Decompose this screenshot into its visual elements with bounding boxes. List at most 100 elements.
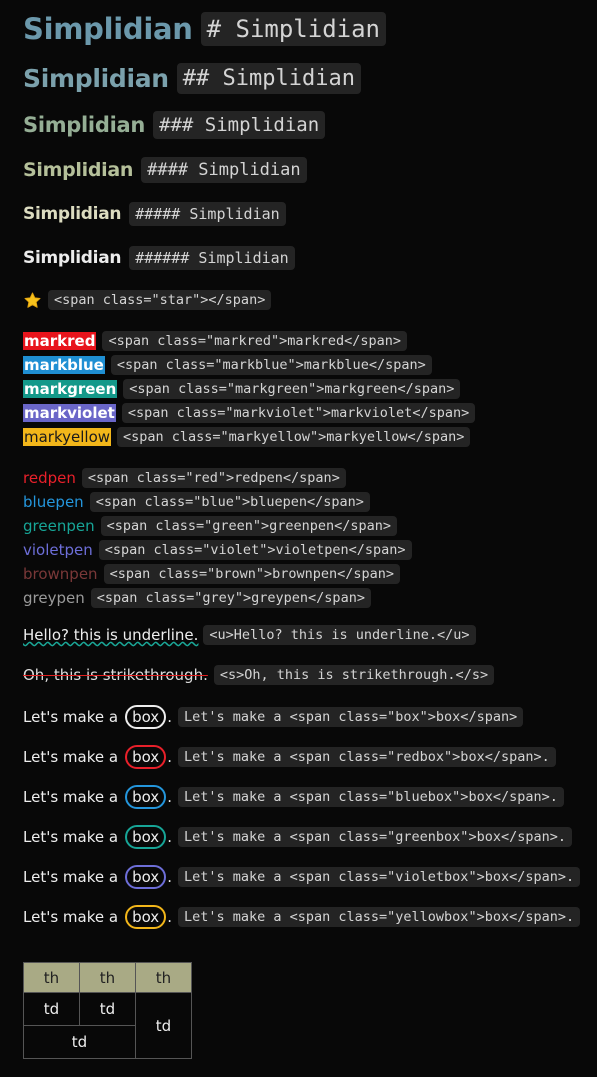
pen-row: brownpen <span class="brown">brownpen</s… bbox=[23, 564, 401, 584]
box-violet: box bbox=[125, 865, 167, 889]
box-suffix: . bbox=[167, 828, 172, 846]
table-header-row: th th th bbox=[23, 962, 192, 993]
heading-6: Simplidian bbox=[23, 248, 122, 268]
table-cell: td bbox=[79, 992, 136, 1026]
greenbox-code: Let's make a <span class="greenbox">box<… bbox=[177, 827, 572, 847]
markred-code: <span class="markred">markred</span> bbox=[102, 331, 408, 351]
underline-row: Hello? this is underline. <u>Hello? this… bbox=[23, 625, 476, 645]
heading-2-row: Simplidian ## Simplidian bbox=[23, 63, 361, 94]
markblue-code: <span class="markblue">markblue</span> bbox=[110, 355, 432, 375]
table-cell: td bbox=[23, 1025, 136, 1059]
heading-5-row: Simplidian ##### Simplidian bbox=[23, 202, 286, 226]
mark-row: markviolet <span class="markviolet">mark… bbox=[23, 403, 476, 423]
markgreen-text: markgreen bbox=[23, 380, 118, 398]
violetpen-code: <span class="violet">violetpen</span> bbox=[98, 540, 412, 560]
table-cell: td bbox=[135, 992, 192, 1059]
greypen-text: greypen bbox=[23, 589, 85, 607]
markviolet-text: markviolet bbox=[23, 404, 116, 422]
table-row: td td td bbox=[23, 992, 192, 1059]
table-header-cell: th bbox=[79, 962, 136, 993]
greypen-code: <span class="grey">greypen</span> bbox=[90, 588, 371, 608]
star-icon bbox=[24, 292, 41, 308]
heading-3: Simplidian bbox=[23, 113, 145, 137]
markgreen-code: <span class="markgreen">markgreen</span> bbox=[123, 379, 461, 399]
underline-text: Hello? this is underline. bbox=[23, 626, 199, 644]
box-row: Let's make a box . Let's make a <span cl… bbox=[23, 825, 572, 849]
table-header-cell: th bbox=[23, 962, 80, 993]
strike-row: Oh, this is strikethrough. <s>Oh, this i… bbox=[23, 665, 495, 685]
pen-row: redpen <span class="red">redpen</span> bbox=[23, 468, 346, 488]
heading-5: Simplidian bbox=[23, 204, 122, 224]
sample-table: th th th td td td td bbox=[23, 962, 192, 1059]
markyellow-code: <span class="markyellow">markyellow</spa… bbox=[117, 427, 471, 447]
greenpen-code: <span class="green">greenpen</span> bbox=[100, 516, 398, 536]
box-prefix: Let's make a bbox=[23, 828, 119, 846]
box-row: Let's make a box . Let's make a <span cl… bbox=[23, 865, 581, 889]
redbox-code: Let's make a <span class="redbox">box</s… bbox=[177, 747, 556, 767]
box-code: Let's make a <span class="box">box</span… bbox=[177, 707, 524, 727]
star-row: <span class="star"></span> bbox=[23, 290, 272, 310]
brownpen-code: <span class="brown">brownpen</span> bbox=[103, 564, 401, 584]
box-prefix: Let's make a bbox=[23, 708, 119, 726]
heading-4-row: Simplidian #### Simplidian bbox=[23, 157, 307, 183]
box-blue: box bbox=[125, 785, 167, 809]
pen-row: greenpen <span class="green">greenpen</s… bbox=[23, 516, 398, 536]
box-suffix: . bbox=[167, 908, 172, 926]
bluepen-text: bluepen bbox=[23, 493, 84, 511]
mark-row: markred <span class="markred">markred</s… bbox=[23, 331, 408, 351]
redpen-text: redpen bbox=[23, 469, 76, 487]
heading-6-code: ###### Simplidian bbox=[129, 246, 295, 270]
box-red: box bbox=[125, 745, 167, 769]
underline-code: <u>Hello? this is underline.</u> bbox=[203, 625, 476, 645]
heading-5-code: ##### Simplidian bbox=[129, 202, 286, 226]
heading-2-code: ## Simplidian bbox=[176, 63, 361, 94]
box-row: Let's make a box . Let's make a <span cl… bbox=[23, 785, 564, 809]
markviolet-code: <span class="markviolet">markviolet</spa… bbox=[121, 403, 476, 423]
markyellow-text: markyellow bbox=[23, 428, 112, 446]
strike-code: <s>Oh, this is strikethrough.</s> bbox=[213, 665, 495, 685]
pen-row: bluepen <span class="blue">bluepen</span… bbox=[23, 492, 370, 512]
box-row: Let's make a box . Let's make a <span cl… bbox=[23, 745, 556, 769]
box-prefix: Let's make a bbox=[23, 868, 119, 886]
pen-row: greypen <span class="grey">greypen</span… bbox=[23, 588, 371, 608]
box-prefix: Let's make a bbox=[23, 788, 119, 806]
pen-row: violetpen <span class="violet">violetpen… bbox=[23, 540, 412, 560]
heading-3-code: ### Simplidian bbox=[153, 111, 326, 139]
mark-row: markgreen <span class="markgreen">markgr… bbox=[23, 379, 461, 399]
box-suffix: . bbox=[167, 708, 172, 726]
violetbox-code: Let's make a <span class="violetbox">box… bbox=[177, 867, 581, 887]
box-row: Let's make a box . Let's make a <span cl… bbox=[23, 705, 524, 729]
box-prefix: Let's make a bbox=[23, 748, 119, 766]
strike-text: Oh, this is strikethrough. bbox=[23, 666, 208, 684]
markblue-text: markblue bbox=[23, 356, 105, 374]
table-cell: td bbox=[23, 992, 80, 1026]
mark-row: markblue <span class="markblue">markblue… bbox=[23, 355, 432, 375]
box-suffix: . bbox=[167, 748, 172, 766]
box-suffix: . bbox=[167, 788, 172, 806]
violetpen-text: violetpen bbox=[23, 541, 93, 559]
heading-6-row: Simplidian ###### Simplidian bbox=[23, 246, 295, 270]
table-header-cell: th bbox=[135, 962, 192, 993]
heading-4: Simplidian bbox=[23, 159, 134, 181]
box-yellow: box bbox=[125, 905, 167, 929]
heading-1-row: Simplidian # Simplidian bbox=[23, 12, 386, 46]
heading-1-code: # Simplidian bbox=[200, 12, 386, 46]
mark-row: markyellow <span class="markyellow">mark… bbox=[23, 427, 471, 447]
heading-3-row: Simplidian ### Simplidian bbox=[23, 111, 326, 139]
bluepen-code: <span class="blue">bluepen</span> bbox=[89, 492, 370, 512]
yellowbox-code: Let's make a <span class="yellowbox">box… bbox=[177, 907, 581, 927]
box-green: box bbox=[125, 825, 167, 849]
markred-text: markred bbox=[23, 332, 97, 350]
box-row: Let's make a box . Let's make a <span cl… bbox=[23, 905, 581, 929]
star-code: <span class="star"></span> bbox=[48, 290, 272, 310]
heading-1: Simplidian bbox=[23, 12, 193, 46]
heading-2: Simplidian bbox=[23, 64, 169, 93]
heading-4-code: #### Simplidian bbox=[141, 157, 307, 183]
greenpen-text: greenpen bbox=[23, 517, 95, 535]
brownpen-text: brownpen bbox=[23, 565, 98, 583]
box-plain: box bbox=[125, 705, 167, 729]
box-prefix: Let's make a bbox=[23, 908, 119, 926]
box-suffix: . bbox=[167, 868, 172, 886]
redpen-code: <span class="red">redpen</span> bbox=[81, 468, 346, 488]
bluebox-code: Let's make a <span class="bluebox">box</… bbox=[177, 787, 564, 807]
